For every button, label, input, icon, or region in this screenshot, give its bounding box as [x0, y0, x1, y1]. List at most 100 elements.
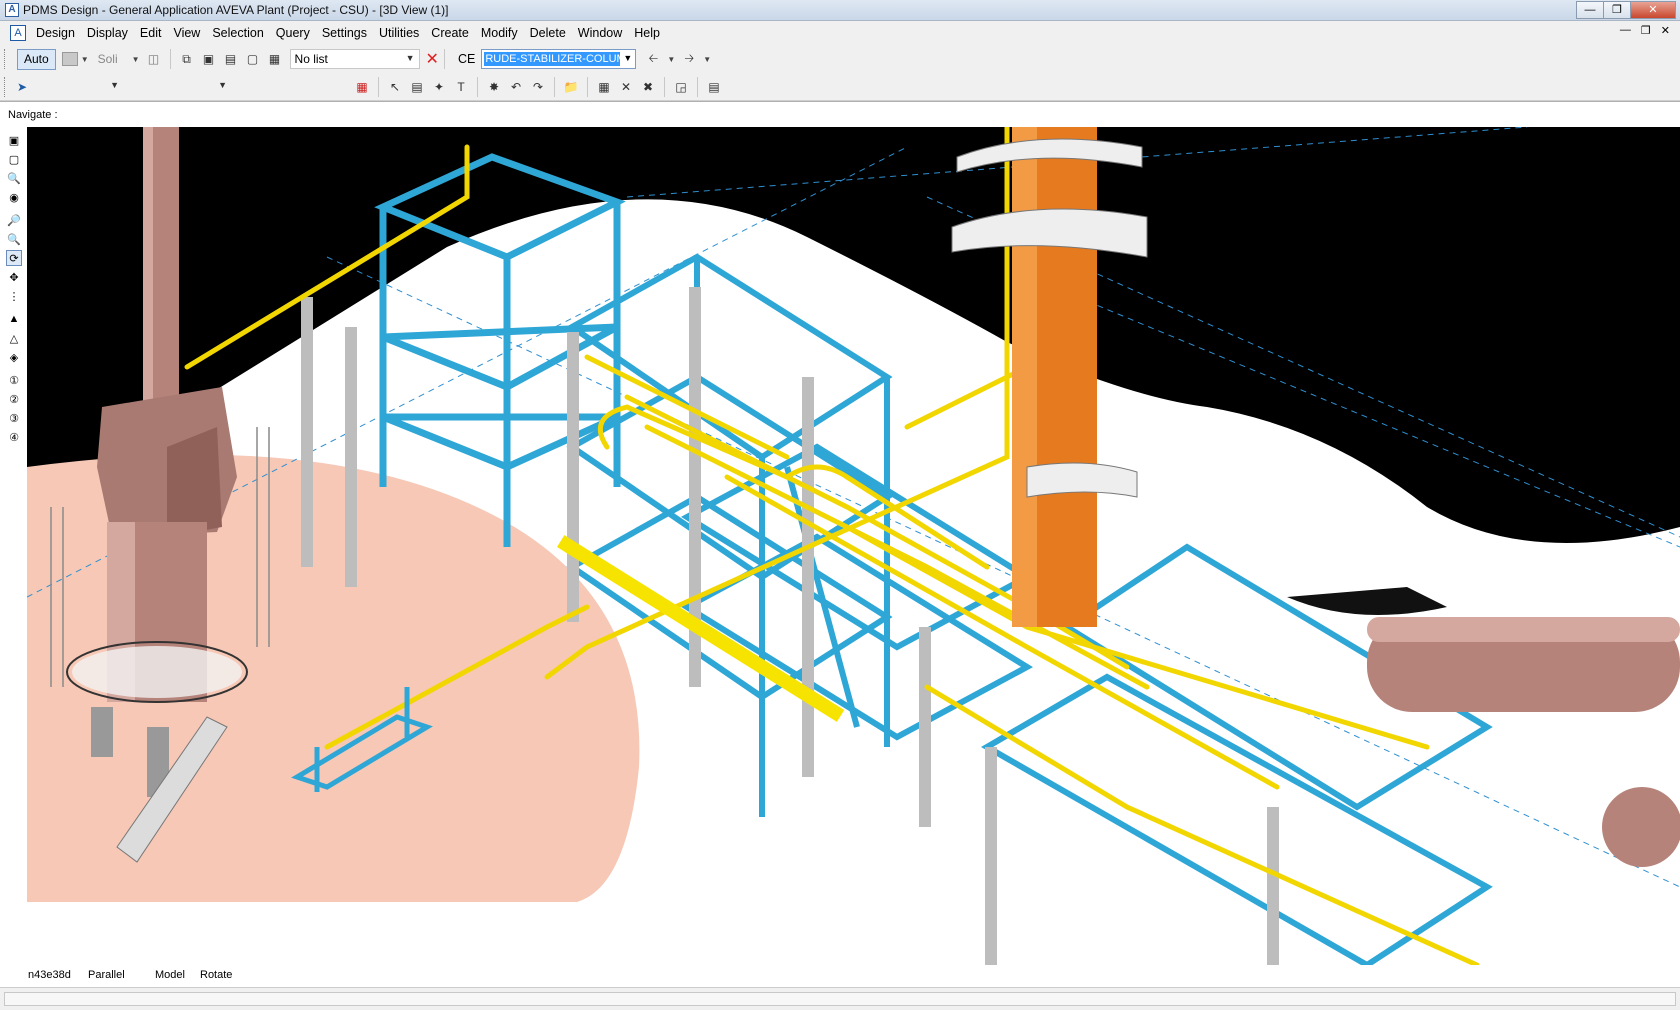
table-icon[interactable]: ▦: [266, 50, 284, 68]
walk-icon[interactable]: ▢: [6, 151, 22, 167]
window-title: PDMS Design - General Application AVEVA …: [23, 3, 449, 17]
status-projection: Parallel: [88, 969, 125, 981]
menu-window[interactable]: Window: [572, 22, 628, 44]
status-mode: Model: [155, 969, 185, 981]
zoom-out-icon[interactable]: 🔍: [6, 231, 22, 247]
toolbar-grip[interactable]: [4, 49, 7, 69]
forward-arrow-icon[interactable]: 🡢: [680, 50, 698, 68]
list-select-value: No list: [294, 52, 328, 66]
chevron-down-icon[interactable]: ▼: [623, 53, 632, 63]
toolbar-separator: [443, 49, 445, 69]
bottom-status-bar: [0, 987, 1680, 1010]
menu-view[interactable]: View: [167, 22, 206, 44]
saved-view-1-icon[interactable]: ①: [6, 372, 22, 388]
status-element: n43e38d: [28, 969, 71, 981]
menu-selection[interactable]: Selection: [206, 22, 269, 44]
window-icon[interactable]: ▢: [244, 50, 262, 68]
menu-display[interactable]: Display: [81, 22, 134, 44]
save-as-icon[interactable]: ▤: [222, 50, 240, 68]
ce-label: CE: [457, 52, 476, 66]
title-bar: A PDMS Design - General Application AVEV…: [0, 0, 1680, 21]
doc-restore-icon[interactable]: ❐: [1641, 24, 1651, 37]
view-direction-icon[interactable]: ➤: [13, 78, 31, 96]
camera-icon[interactable]: ◈: [6, 349, 22, 365]
menu-bar: A Design Display Edit View Selection Que…: [0, 22, 1680, 44]
toolbar-separator: [587, 76, 588, 97]
flight-icon[interactable]: ▲: [6, 311, 22, 327]
menu-create[interactable]: Create: [425, 22, 475, 44]
saved-view-4-icon[interactable]: ④: [6, 429, 22, 445]
folder-icon[interactable]: 📁: [562, 78, 580, 96]
document-icon[interactable]: A: [10, 25, 26, 41]
navigate-bar: Navigate :: [0, 101, 1680, 127]
pick-text-icon[interactable]: T: [452, 78, 470, 96]
list-select[interactable]: No list ▼: [289, 49, 420, 69]
highlight-icon[interactable]: ✸: [485, 78, 503, 96]
back-arrow-icon[interactable]: 🡠: [644, 50, 662, 68]
zoom-region-icon[interactable]: 🔍: [6, 170, 22, 186]
chevron-down-icon: ▼: [218, 79, 227, 90]
limits-icon[interactable]: ▦: [595, 78, 613, 96]
view-mode-select[interactable]: ▼: [131, 77, 231, 97]
menu-query[interactable]: Query: [270, 22, 316, 44]
network-icon[interactable]: ◲: [672, 78, 690, 96]
toolbar-grip[interactable]: [4, 76, 7, 97]
doc-minimize-icon[interactable]: —: [1620, 24, 1631, 37]
menu-design[interactable]: Design: [30, 22, 81, 44]
fly-icon[interactable]: △: [6, 330, 22, 346]
pick-element-icon[interactable]: ▤: [408, 78, 426, 96]
current-element-field[interactable]: RUDE-STABILIZER-COLUMN ▼: [481, 49, 637, 69]
forward-dropdown-icon[interactable]: ▼: [703, 55, 711, 64]
3d-viewport[interactable]: [27, 127, 1680, 965]
point-icon[interactable]: ⋮: [6, 288, 22, 304]
toolbar-separator: [378, 76, 379, 97]
copy-icon[interactable]: ⧉: [178, 50, 196, 68]
properties-icon[interactable]: ▤: [705, 78, 723, 96]
clash-icon[interactable]: ▦: [353, 78, 371, 96]
menu-help[interactable]: Help: [628, 22, 666, 44]
colour-dropdown-icon[interactable]: ▼: [81, 55, 89, 64]
redo-icon[interactable]: ↷: [529, 78, 547, 96]
status-action: Rotate: [200, 969, 233, 981]
menu-delete[interactable]: Delete: [524, 22, 572, 44]
doc-close-icon[interactable]: ✕: [1661, 24, 1670, 37]
undo-icon[interactable]: ↶: [507, 78, 525, 96]
menu-modify[interactable]: Modify: [475, 22, 524, 44]
close-button[interactable]: ✕: [1630, 1, 1676, 19]
back-dropdown-icon[interactable]: ▼: [667, 55, 675, 64]
saved-view-2-icon[interactable]: ②: [6, 391, 22, 407]
pdms-app-icon: A: [5, 3, 19, 17]
limits-ce-icon[interactable]: ✕: [617, 78, 635, 96]
maximize-button[interactable]: ❐: [1603, 1, 1631, 19]
chevron-down-icon: ▼: [110, 79, 119, 90]
select-pointer-icon[interactable]: ↖: [386, 78, 404, 96]
database-icon[interactable]: ◫: [145, 50, 163, 68]
orbit-icon[interactable]: ◉: [6, 189, 22, 205]
menu-edit[interactable]: Edit: [134, 22, 168, 44]
remove-icon[interactable]: ✖: [639, 78, 657, 96]
menu-settings[interactable]: Settings: [316, 22, 373, 44]
chevron-down-icon: ▼: [405, 53, 415, 63]
status-panel: [4, 992, 1676, 1006]
menu-utilities[interactable]: Utilities: [373, 22, 425, 44]
document-window-controls: — ❐ ✕: [1620, 24, 1670, 37]
view-direction-select[interactable]: ▼: [33, 77, 123, 97]
save-icon[interactable]: ▣: [200, 50, 218, 68]
current-element-value: RUDE-STABILIZER-COLUMN: [484, 52, 621, 66]
zoom-in-icon[interactable]: 🔎: [6, 212, 22, 228]
style-label[interactable]: Soli: [98, 52, 118, 66]
pan-icon[interactable]: ✥: [6, 269, 22, 285]
clear-list-icon[interactable]: ✕: [426, 49, 439, 69]
navigate-label: Navigate :: [8, 108, 58, 121]
window-controls: — ❐ ✕: [1576, 1, 1676, 19]
colour-swatch[interactable]: [61, 52, 78, 66]
minimize-button[interactable]: —: [1576, 1, 1604, 19]
main-toolbar: Auto ▼ Soli ▼ ◫ ⧉ ▣ ▤ ▢ ▦ No list ▼ ✕ CE…: [0, 45, 1680, 73]
rotate-icon[interactable]: ⟳: [6, 250, 22, 266]
auto-button[interactable]: Auto: [17, 48, 56, 70]
style-dropdown-icon[interactable]: ▼: [132, 55, 140, 64]
pick-owner-icon[interactable]: ✦: [430, 78, 448, 96]
limits-view-icon[interactable]: ▣: [6, 132, 22, 148]
toolbar-separator: [554, 76, 555, 97]
saved-view-3-icon[interactable]: ③: [6, 410, 22, 426]
